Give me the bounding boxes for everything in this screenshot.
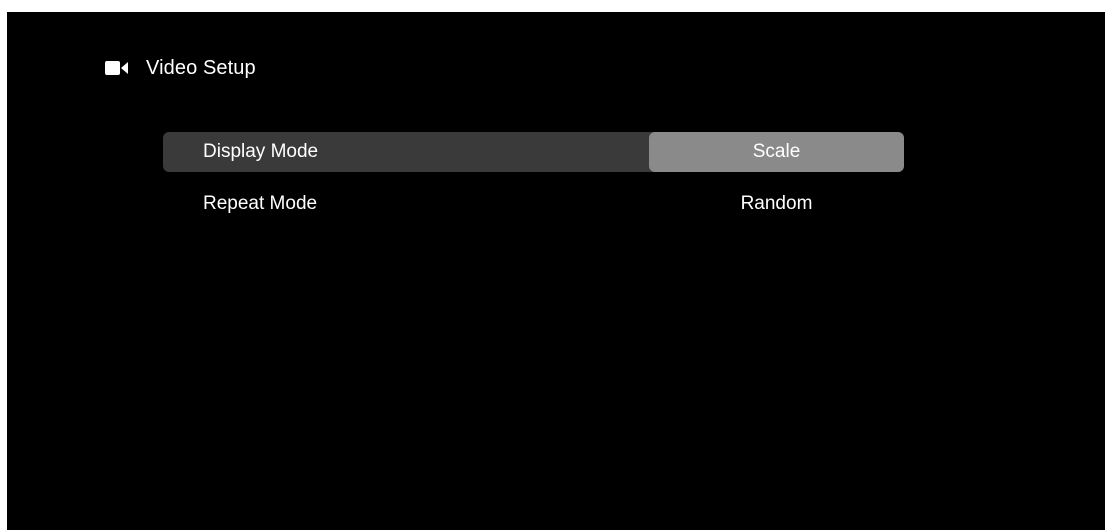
menu-item-label: Display Mode <box>203 141 319 162</box>
menu-item-display-mode[interactable]: Display Mode Scale <box>163 132 904 172</box>
page-header: Video Setup <box>105 56 256 80</box>
menu-item-repeat-mode[interactable]: Repeat Mode Random <box>163 184 904 224</box>
video-camera-icon <box>105 61 129 75</box>
settings-menu: Display Mode Scale Repeat Mode Random <box>163 132 904 236</box>
repeat-mode-value[interactable]: Random <box>649 184 904 224</box>
video-setup-screen: Video Setup Display Mode Scale Repeat Mo… <box>7 12 1105 530</box>
display-mode-value[interactable]: Scale <box>649 132 904 172</box>
menu-item-label: Repeat Mode <box>203 193 318 214</box>
page-title: Video Setup <box>146 56 256 79</box>
